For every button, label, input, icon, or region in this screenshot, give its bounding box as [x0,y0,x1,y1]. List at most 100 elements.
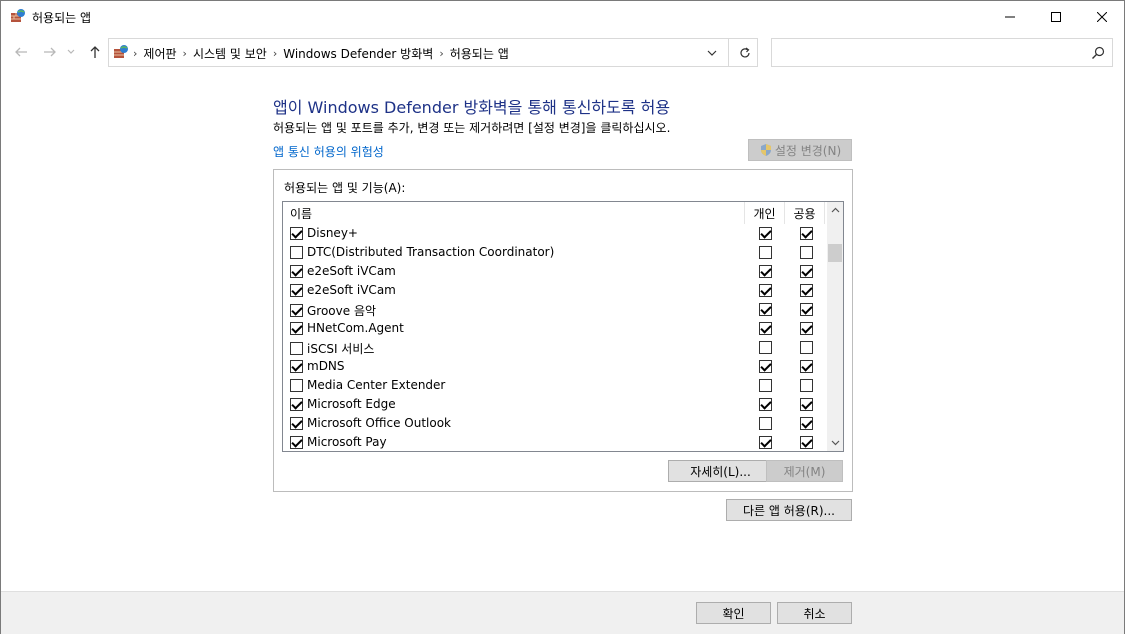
public-network-checkbox[interactable] [800,227,813,240]
maximize-button[interactable] [1033,1,1079,32]
private-network-checkbox[interactable] [759,360,772,373]
private-network-checkbox[interactable] [759,227,772,240]
breadcrumb-allowed-apps[interactable]: 허용되는 앱 [444,45,515,62]
recent-locations-button[interactable] [65,43,77,61]
private-network-checkbox[interactable] [759,398,772,411]
scroll-down-button[interactable] [827,434,843,451]
cancel-button[interactable]: 취소 [777,602,852,624]
list-item[interactable]: Groove 음악 [283,300,827,319]
app-enabled-checkbox[interactable] [290,304,303,317]
up-button[interactable] [86,43,104,61]
public-network-checkbox[interactable] [800,265,813,278]
address-history-button[interactable] [702,39,722,66]
list-item[interactable]: mDNS [283,357,827,376]
private-network-checkbox[interactable] [759,417,772,430]
allow-other-app-button[interactable]: 다른 앱 허용(R)... [726,499,852,521]
column-header-public[interactable]: 공용 [785,202,825,224]
chevron-up-icon [831,207,839,213]
public-network-checkbox[interactable] [800,284,813,297]
dialog-footer: 확인 취소 [1,591,1124,634]
app-name-cell: Microsoft Pay [290,435,387,449]
list-item[interactable]: Media Center Extender [283,376,827,395]
address-bar[interactable]: › 제어판 › 시스템 및 보안 › Windows Defender 방화벽 … [108,38,758,67]
chevron-down-icon [707,50,717,56]
search-input[interactable] [771,38,1113,67]
refresh-button[interactable] [733,39,757,66]
app-name: Disney+ [307,226,358,240]
breadcrumb: › 제어판 › 시스템 및 보안 › Windows Defender 방화벽 … [133,45,515,62]
app-name: Microsoft Edge [307,397,396,411]
scroll-thumb[interactable] [828,244,842,262]
minimize-button[interactable] [987,1,1033,32]
ok-button[interactable]: 확인 [696,602,771,624]
app-name: Groove 음악 [307,304,377,318]
change-settings-button[interactable]: 설정 변경(N) [748,139,852,161]
private-network-checkbox[interactable] [759,265,772,278]
app-enabled-checkbox[interactable] [290,226,303,240]
app-enabled-checkbox[interactable] [290,321,303,335]
list-item[interactable]: iSCSI 서비스 [283,338,827,357]
app-enabled-checkbox[interactable] [290,342,303,355]
private-network-checkbox[interactable] [759,284,772,297]
column-header-name[interactable]: 이름 [283,202,745,224]
private-network-checkbox[interactable] [759,246,772,259]
close-icon [1097,11,1107,22]
allowed-apps-label: 허용되는 앱 및 기능(A): [284,181,406,195]
public-network-checkbox[interactable] [800,322,813,335]
private-network-checkbox[interactable] [759,436,772,449]
change-settings-label: 설정 변경(N) [774,143,842,158]
public-network-checkbox[interactable] [800,360,813,373]
public-network-checkbox[interactable] [800,341,813,354]
remove-button[interactable]: 제거(M) [766,460,843,482]
app-name-cell: mDNS [290,359,345,373]
public-network-checkbox[interactable] [800,436,813,449]
list-item[interactable]: HNetCom.Agent [283,319,827,338]
public-network-checkbox[interactable] [800,303,813,316]
column-header-private[interactable]: 개인 [745,202,785,224]
private-network-checkbox[interactable] [759,379,772,392]
app-enabled-checkbox[interactable] [290,359,303,373]
allowed-apps-list[interactable]: 이름 개인 공용 Disney+ DTC(Distributed Transact… [282,201,844,452]
public-network-checkbox[interactable] [800,417,813,430]
app-enabled-checkbox[interactable] [290,397,303,411]
forward-button[interactable] [41,43,59,61]
back-button[interactable] [12,43,30,61]
app-name: mDNS [307,359,345,373]
minimize-icon [1005,16,1015,17]
close-button[interactable] [1079,1,1125,32]
app-enabled-checkbox[interactable] [290,264,303,278]
title-bar: 허용되는 앱 [1,1,1124,32]
details-button[interactable]: 자세히(L)... [668,460,773,482]
app-enabled-checkbox[interactable] [290,378,303,392]
scroll-up-button[interactable] [827,202,843,219]
risk-info-link[interactable]: 앱 통신 허용의 위험성 [273,143,384,160]
list-item[interactable]: DTC(Distributed Transaction Coordinator) [283,243,827,262]
list-item[interactable]: e2eSoft iVCam [283,281,827,300]
public-network-checkbox[interactable] [800,379,813,392]
app-enabled-checkbox[interactable] [290,435,303,449]
list-item[interactable]: Microsoft Pay [283,433,827,451]
breadcrumb-control-panel[interactable]: 제어판 [137,45,182,62]
app-name-cell: e2eSoft iVCam [290,264,396,278]
arrow-right-icon [44,47,56,57]
list-item[interactable]: Microsoft Edge [283,395,827,414]
app-enabled-checkbox[interactable] [290,245,303,259]
app-enabled-checkbox[interactable] [290,416,303,430]
app-name-cell: Microsoft Edge [290,397,396,411]
private-network-checkbox[interactable] [759,341,772,354]
list-item[interactable]: Microsoft Office Outlook [283,414,827,433]
public-network-checkbox[interactable] [800,398,813,411]
app-name-cell: Groove 음악 [290,302,376,319]
vertical-scrollbar[interactable] [827,202,843,451]
breadcrumb-system-security[interactable]: 시스템 및 보안 [187,45,273,62]
list-item[interactable]: Disney+ [283,224,827,243]
breadcrumb-defender-firewall[interactable]: Windows Defender 방화벽 [277,45,439,62]
app-name-cell: iSCSI 서비스 [290,340,374,357]
private-network-checkbox[interactable] [759,303,772,316]
list-item[interactable]: e2eSoft iVCam [283,262,827,281]
app-name: Microsoft Pay [307,435,387,449]
allowed-apps-group: 허용되는 앱 및 기능(A): 이름 개인 공용 Disney+ DTC(Dist… [273,169,853,492]
private-network-checkbox[interactable] [759,322,772,335]
public-network-checkbox[interactable] [800,246,813,259]
app-enabled-checkbox[interactable] [290,283,303,297]
